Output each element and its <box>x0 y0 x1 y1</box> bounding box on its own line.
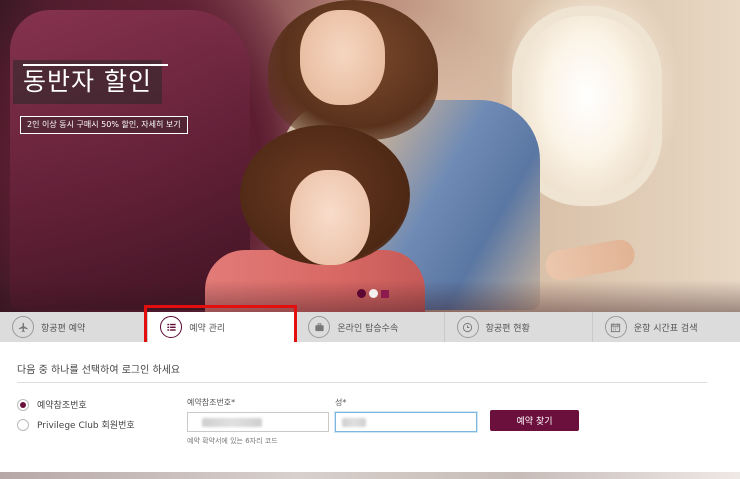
tab-book-flight[interactable]: 항공편 예약 <box>0 312 149 342</box>
booking-ref-hint: 예약 확약서에 있는 6자리 코드 <box>187 437 278 445</box>
tab-timetable[interactable]: 운항 시간표 검색 <box>593 312 740 342</box>
promo-title-rule <box>23 64 168 66</box>
bottom-background <box>0 472 740 479</box>
promo-title: 동반자 할인 <box>13 60 168 104</box>
radio-privilege-club[interactable] <box>17 418 29 431</box>
option-booking-reference[interactable]: 예약참조번호 <box>17 398 87 411</box>
tab-manage-booking[interactable]: 예약 관리 <box>148 312 297 342</box>
tab-flight-status[interactable]: 항공편 현황 <box>445 312 593 342</box>
calendar-icon <box>604 316 627 338</box>
clock-icon <box>456 316 479 338</box>
find-booking-button[interactable]: 예약 찾기 <box>490 410 579 431</box>
tab-online-checkin[interactable]: 온라인 탑승수속 <box>296 312 445 342</box>
masked-value <box>342 418 366 427</box>
tab-label: 항공편 예약 <box>41 323 86 334</box>
booking-ref-label: 예약참조번호* <box>187 398 236 407</box>
option-label: 예약참조번호 <box>37 401 87 411</box>
promo-title-text: 동반자 할인 <box>23 67 152 96</box>
carousel-dot-1[interactable] <box>357 289 366 298</box>
option-label: Privilege Club 회원번호 <box>37 421 135 431</box>
carousel-dot-2[interactable] <box>369 289 378 298</box>
booking-ref-input[interactable] <box>187 412 329 432</box>
carousel-dots <box>357 289 389 298</box>
hand-image <box>543 237 637 283</box>
option-privilege-club[interactable]: Privilege Club 회원번호 <box>17 418 135 431</box>
lastname-label: 성* <box>335 398 347 407</box>
list-icon <box>160 316 183 338</box>
lastname-input[interactable] <box>335 412 477 432</box>
carousel-pause-button[interactable] <box>381 290 389 298</box>
manage-booking-panel: 다음 중 하나를 선택하여 로그인 하세요 <box>0 342 740 479</box>
hero-banner: 동반자 할인 2인 이상 동시 구매시 50% 할인, 자세히 보기 <box>0 0 740 312</box>
divider <box>17 382 707 383</box>
booking-tabs: 항공편 예약 예약 관리 온라인 탑승수속 항공편 현황 운항 시간표 검색 <box>0 312 740 342</box>
tab-label: 예약 관리 <box>189 323 226 334</box>
tab-label: 운항 시간표 검색 <box>633 323 698 334</box>
girl-face-image <box>290 170 370 265</box>
promo-details-link[interactable]: 2인 이상 동시 구매시 50% 할인, 자세히 보기 <box>20 116 188 134</box>
login-instruction: 다음 중 하나를 선택하여 로그인 하세요 <box>17 365 181 376</box>
masked-value <box>202 418 262 427</box>
tab-label: 항공편 현황 <box>485 323 530 334</box>
radio-booking-reference[interactable] <box>17 398 29 411</box>
woman-face-image <box>300 10 385 105</box>
airplane-icon <box>12 316 34 338</box>
briefcase-icon <box>308 316 331 338</box>
tab-label: 온라인 탑승수속 <box>337 323 399 334</box>
